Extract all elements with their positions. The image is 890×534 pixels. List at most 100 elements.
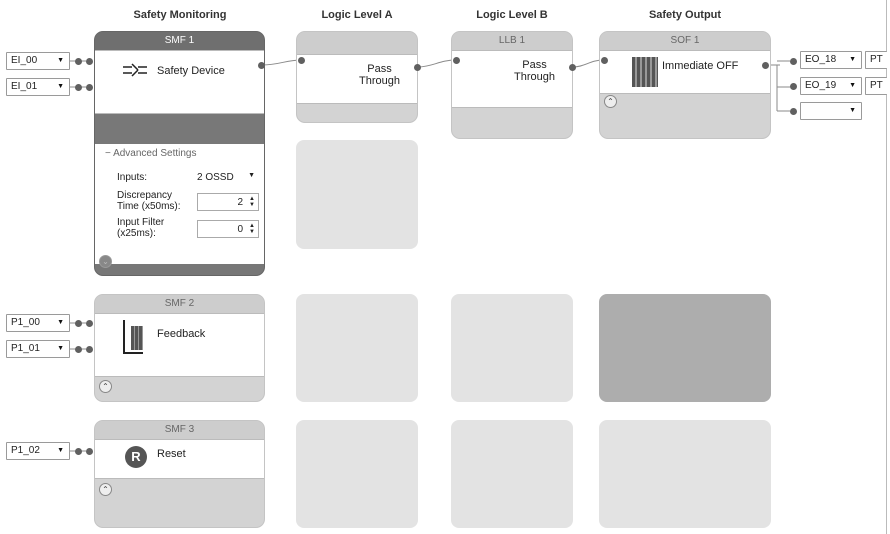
safety-device-icon [123,63,147,77]
connector-dot[interactable] [453,57,460,64]
output-select-value: EO_19 [805,80,837,91]
output-select-eo19[interactable]: EO_19 ▼ [800,77,862,95]
empty-slot[interactable] [296,140,418,249]
discrepancy-label-line2: Time (x50ms): [117,201,181,212]
connector-dot[interactable] [86,58,93,65]
discrepancy-label: Discrepancy Time (x50ms): [117,190,181,212]
connector-dot[interactable] [790,108,797,115]
connector-dot[interactable] [75,346,82,353]
collapse-icon[interactable]: ⌃ [604,95,617,108]
llb1-label-line1: Pass [522,59,547,71]
connector-dot[interactable] [75,320,82,327]
advanced-settings-heading: Advanced Settings [113,148,197,159]
llb1-label: Pass Through [514,59,555,83]
smf1-label: Safety Device [157,65,225,77]
connector-dot[interactable] [258,62,265,69]
advanced-settings-panel: − Advanced Settings Inputs: 2 OSSD ▼ Disc… [95,144,264,264]
sof1-label: Immediate OFF [662,60,739,72]
chevron-down-icon: ▼ [57,319,64,326]
discrepancy-value: 2 [237,196,244,208]
input-select-value: EI_01 [11,81,38,92]
chevron-down-icon: ▼ [57,447,64,454]
output-select-eo18[interactable]: EO_18 ▼ [800,51,862,69]
output-mode-eo18[interactable]: PT [865,51,887,69]
connector-dot[interactable] [569,64,576,71]
output-mode-eo19[interactable]: PT [865,77,887,95]
connector-dot[interactable] [75,58,82,65]
llb1-title: LLB 1 [452,32,572,50]
connector-dot[interactable] [790,58,797,65]
empty-slot[interactable] [296,420,418,528]
smf1-title: SMF 1 [95,32,264,50]
llb1-body: Pass Through [452,50,572,108]
smf2-title: SMF 2 [95,295,264,313]
logic-a-body: Pass Through [297,54,417,104]
discrepancy-label-line1: Discrepancy [117,190,173,201]
connector-dot[interactable] [86,84,93,91]
inputs-label: Inputs: [117,172,148,183]
input-select-p100[interactable]: P1_00 ▼ [6,314,70,332]
output-select-value: EO_18 [805,54,837,65]
reset-icon: R [125,446,147,468]
feedback-icon [123,320,143,354]
smf2-label: Feedback [157,328,206,340]
connector-dot[interactable] [414,64,421,71]
collapse-minus-icon: − [105,148,111,159]
spin-arrows-icon[interactable]: ▲ ▼ [249,196,255,208]
input-filter-stepper[interactable]: 0 ▲ ▼ [197,220,259,238]
input-select-value: EI_00 [11,55,38,66]
input-select-value: P1_00 [11,317,40,328]
input-select-ei00[interactable]: EI_00 ▼ [6,52,70,70]
empty-slot[interactable] [296,294,418,402]
input-select-value: P1_02 [11,445,40,456]
empty-slot[interactable] [451,294,573,402]
connector-dot[interactable] [298,57,305,64]
logic-a-label-line2: Through [359,75,400,87]
connector-dot[interactable] [75,448,82,455]
connector-dot[interactable] [86,320,93,327]
chevron-down-icon: ▼ [849,56,856,63]
input-select-p102[interactable]: P1_02 ▼ [6,442,70,460]
smf2-block[interactable]: SMF 2 Feedback ⌃ [94,294,265,402]
inputs-select[interactable]: 2 OSSD ▼ [197,172,255,183]
input-select-p101[interactable]: P1_01 ▼ [6,340,70,358]
empty-slot[interactable] [451,420,573,528]
collapse-icon[interactable]: ⌃ [99,380,112,393]
chevron-down-icon: ▼ [849,107,856,114]
input-filter-label-line1: Input Filter [117,217,165,228]
smf3-block[interactable]: SMF 3 R Reset ⌃ [94,420,265,528]
connector-dot[interactable] [790,83,797,90]
logic-a-label-line1: Pass [367,63,392,75]
chevron-down-icon: ▼ [57,57,64,64]
input-select-value: P1_01 [11,343,40,354]
connector-dot[interactable] [762,62,769,69]
logic-a-label: Pass Through [359,63,400,87]
advanced-settings-toggle[interactable]: − Advanced Settings [105,148,196,159]
discrepancy-stepper[interactable]: 2 ▲ ▼ [197,193,259,211]
connector-dot[interactable] [86,448,93,455]
sof1-title: SOF 1 [600,32,770,50]
smf3-label: Reset [157,448,186,460]
empty-slot[interactable] [599,420,771,528]
collapse-icon[interactable]: ⌃ [99,483,112,496]
llb1-block[interactable]: LLB 1 Pass Through [451,31,573,139]
connector-dot[interactable] [75,84,82,91]
chevron-down-icon: ▼ [57,345,64,352]
logic-a-block[interactable]: Pass Through [296,31,418,123]
chevron-down-icon: ▼ [849,82,856,89]
logic-a-title [297,32,417,54]
input-filter-value: 0 [237,223,244,235]
input-filter-label: Input Filter (x25ms): [117,217,164,239]
smf1-body: Safety Device [95,50,264,114]
collapse-icon[interactable]: ⌄ [99,255,112,268]
empty-slot-selected[interactable] [599,294,771,402]
connector-dot[interactable] [601,57,608,64]
connector-dot[interactable] [86,346,93,353]
spin-arrows-icon[interactable]: ▲ ▼ [249,223,255,235]
input-select-ei01[interactable]: EI_01 ▼ [6,78,70,96]
chevron-down-icon: ▼ [57,83,64,90]
smf1-block[interactable]: SMF 1 Safety Device − Advanced Settings … [94,31,265,276]
immediate-off-icon [632,57,658,87]
sof1-block[interactable]: SOF 1 Immediate OFF ⌃ [599,31,771,139]
output-select-empty[interactable]: ▼ [800,102,862,120]
